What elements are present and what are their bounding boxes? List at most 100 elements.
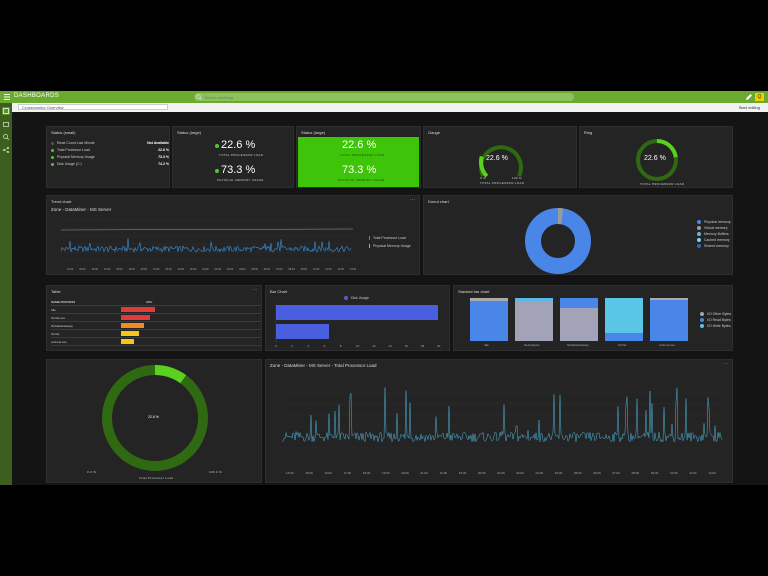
stacked-bar	[515, 298, 553, 341]
search-nav-icon[interactable]	[2, 133, 10, 141]
donut-legend-item: Memory Buffers	[697, 232, 729, 237]
status-small-tile: Status (small) Read Count Last Minute Not…	[46, 126, 170, 188]
big-ring-caption: Total Processor Load	[139, 476, 174, 480]
stacked-legend-item: I/O Write Bytes	[700, 324, 730, 329]
processor-caption: TOTAL PROCESSOR LOAD	[219, 153, 264, 157]
ring-tile: Ring 22.6 % TOTAL PROCESSOR LOAD	[579, 126, 733, 188]
search-icon	[196, 94, 202, 100]
table-row[interactable]: Idle	[51, 306, 261, 314]
bar	[276, 324, 329, 339]
table-row[interactable]: SLNet.exe	[51, 314, 261, 322]
tile-menu-button[interactable]: ···	[723, 361, 728, 367]
trend-axis-tick: 05:00	[252, 268, 259, 271]
processor-value: 22.6 %	[342, 139, 377, 151]
trend-axis-tick: 12:00	[338, 268, 345, 271]
bar-axis-tick: 18	[420, 344, 425, 348]
stacked-bar	[560, 298, 598, 341]
processor-caption: TOTAL PROCESSOR LOAD	[340, 153, 385, 157]
process-name: svchost.exe	[51, 340, 67, 344]
trend-axis-tick: 18:00	[116, 268, 123, 271]
bar-axis-tick: 4	[307, 344, 310, 348]
process-name: Idle	[51, 308, 56, 312]
avatar[interactable]: Q	[755, 93, 764, 101]
line-chart-tile: ··· Zone - DataMiner - MS Server - Total…	[265, 359, 733, 483]
line-plot: 14:00 15:00 16:00 17:00 18:00 19:00 20:00 21:00…	[281, 381, 723, 475]
line-axis-tick: 20:00	[401, 471, 409, 475]
app-menu-icon[interactable]	[3, 93, 11, 101]
ok-indicator	[215, 144, 219, 148]
stacked-category: svchost.exe	[659, 343, 675, 347]
bar-legend-item: Disk Usage	[344, 296, 369, 301]
bar-axis-tick: 16	[404, 344, 408, 348]
line-axis-tick: 14:00	[286, 471, 294, 475]
process-name: SLNet	[51, 332, 60, 336]
line-series-processor	[281, 387, 723, 443]
stacked-bar	[470, 298, 508, 341]
top-bar: DASHBOARDS Q	[0, 91, 768, 103]
stacked-category: SLDataGateway	[567, 343, 589, 347]
sidebar	[0, 103, 12, 485]
gauge-tile: Gauge 22.6 % 0 % 100 % TOTAL PROCESSOR L…	[423, 126, 577, 188]
stacked-category: SLNet	[618, 343, 627, 347]
line-axis-tick: 16:00	[324, 471, 332, 475]
tile-title: Table	[51, 289, 61, 294]
line-axis-tick: 12:00	[708, 471, 716, 475]
table-row[interactable]: svchost.exe	[51, 338, 261, 346]
trend-axis-tick: 21:00	[153, 268, 160, 271]
ok-indicator	[215, 169, 219, 173]
dashboards-nav-icon[interactable]	[2, 107, 10, 115]
trend-axis-tick: 02:00	[215, 268, 222, 271]
search-input[interactable]	[204, 93, 564, 101]
trend-subtitle: Zone - DataMiner - MS Server	[51, 207, 112, 212]
table-header: NAME PROCESS CPU	[51, 298, 261, 306]
bar-axis-tick: 0	[275, 344, 277, 348]
memory-caption: PHYSICAL MEMORY USAGE	[217, 178, 264, 182]
line-axis-tick: 02:00	[516, 471, 524, 475]
big-ring-tile: 22.6 % 0.0 % 100.0 % Total Processor Loa…	[46, 359, 262, 483]
edit-icon[interactable]	[745, 93, 753, 101]
donut-legend-item: Physical memory	[697, 220, 731, 225]
donut-legend-item: Cached memory	[697, 238, 730, 243]
line-axis-tick: 00:00	[478, 471, 486, 475]
trend-axis-tick: 19:00	[129, 268, 136, 271]
tile-title: Ring	[584, 130, 593, 135]
line-axis-tick: 04:00	[555, 471, 563, 475]
line-axis-tick: 18:00	[363, 471, 371, 475]
tile-title: Gauge	[428, 130, 441, 135]
tile-title: Status (small)	[51, 130, 76, 135]
bar-chart-tile: Bar Chart Disk Usage 0 2 4 6 8 10 12 14 16 18 20	[265, 285, 450, 351]
bar-axis-tick: 12	[372, 344, 376, 348]
big-ring-max: 100.0 %	[209, 470, 223, 474]
tile-title: Trend chart	[51, 199, 72, 204]
trend-axis-tick: 17:00	[104, 268, 111, 271]
trend-axis-tick: 06:00	[264, 268, 271, 271]
process-name: SLDataGateway	[51, 324, 73, 328]
line-axis-tick: 06:00	[593, 471, 601, 475]
gauge-max: 100 %	[512, 176, 523, 180]
tile-title: Bar Chart	[270, 289, 288, 294]
table-row[interactable]: SLDataGateway	[51, 322, 261, 330]
trend-axis-tick: 15:00	[79, 268, 86, 271]
trend-axis-tick: 11:00	[325, 268, 332, 271]
tile-menu-button[interactable]: ···	[252, 287, 257, 293]
bar-axis-tick: 10	[356, 344, 360, 348]
ring-caption: TOTAL PROCESSOR LOAD	[640, 182, 685, 186]
search-box[interactable]	[194, 93, 574, 101]
table-row[interactable]: SLNet	[51, 330, 261, 338]
trend-legend-item: Total Processor Load	[369, 236, 406, 241]
tile-menu-button[interactable]: ···	[410, 197, 415, 203]
stacked-legend-item: I/O Other Bytes	[700, 312, 731, 317]
trend-axis-tick: 10:00	[313, 268, 320, 271]
breadcrumb-bar: Crossmonitor Overview Start editing	[12, 103, 768, 112]
trend-series-processor	[60, 238, 352, 254]
start-editing-button[interactable]: Start editing	[739, 104, 760, 111]
folder-nav-icon[interactable]	[2, 120, 10, 128]
trend-axis-tick: 16:00	[92, 268, 99, 271]
breadcrumb[interactable]: Crossmonitor Overview	[18, 104, 168, 110]
trend-axis-tick: 22:00	[165, 268, 172, 271]
share-nav-icon[interactable]	[2, 146, 10, 154]
trend-axis-tick: 14:00	[67, 268, 74, 271]
stacked-bar	[605, 298, 643, 341]
bar-axis-tick: 6	[323, 344, 326, 348]
bar-axis-tick: 2	[291, 344, 293, 348]
